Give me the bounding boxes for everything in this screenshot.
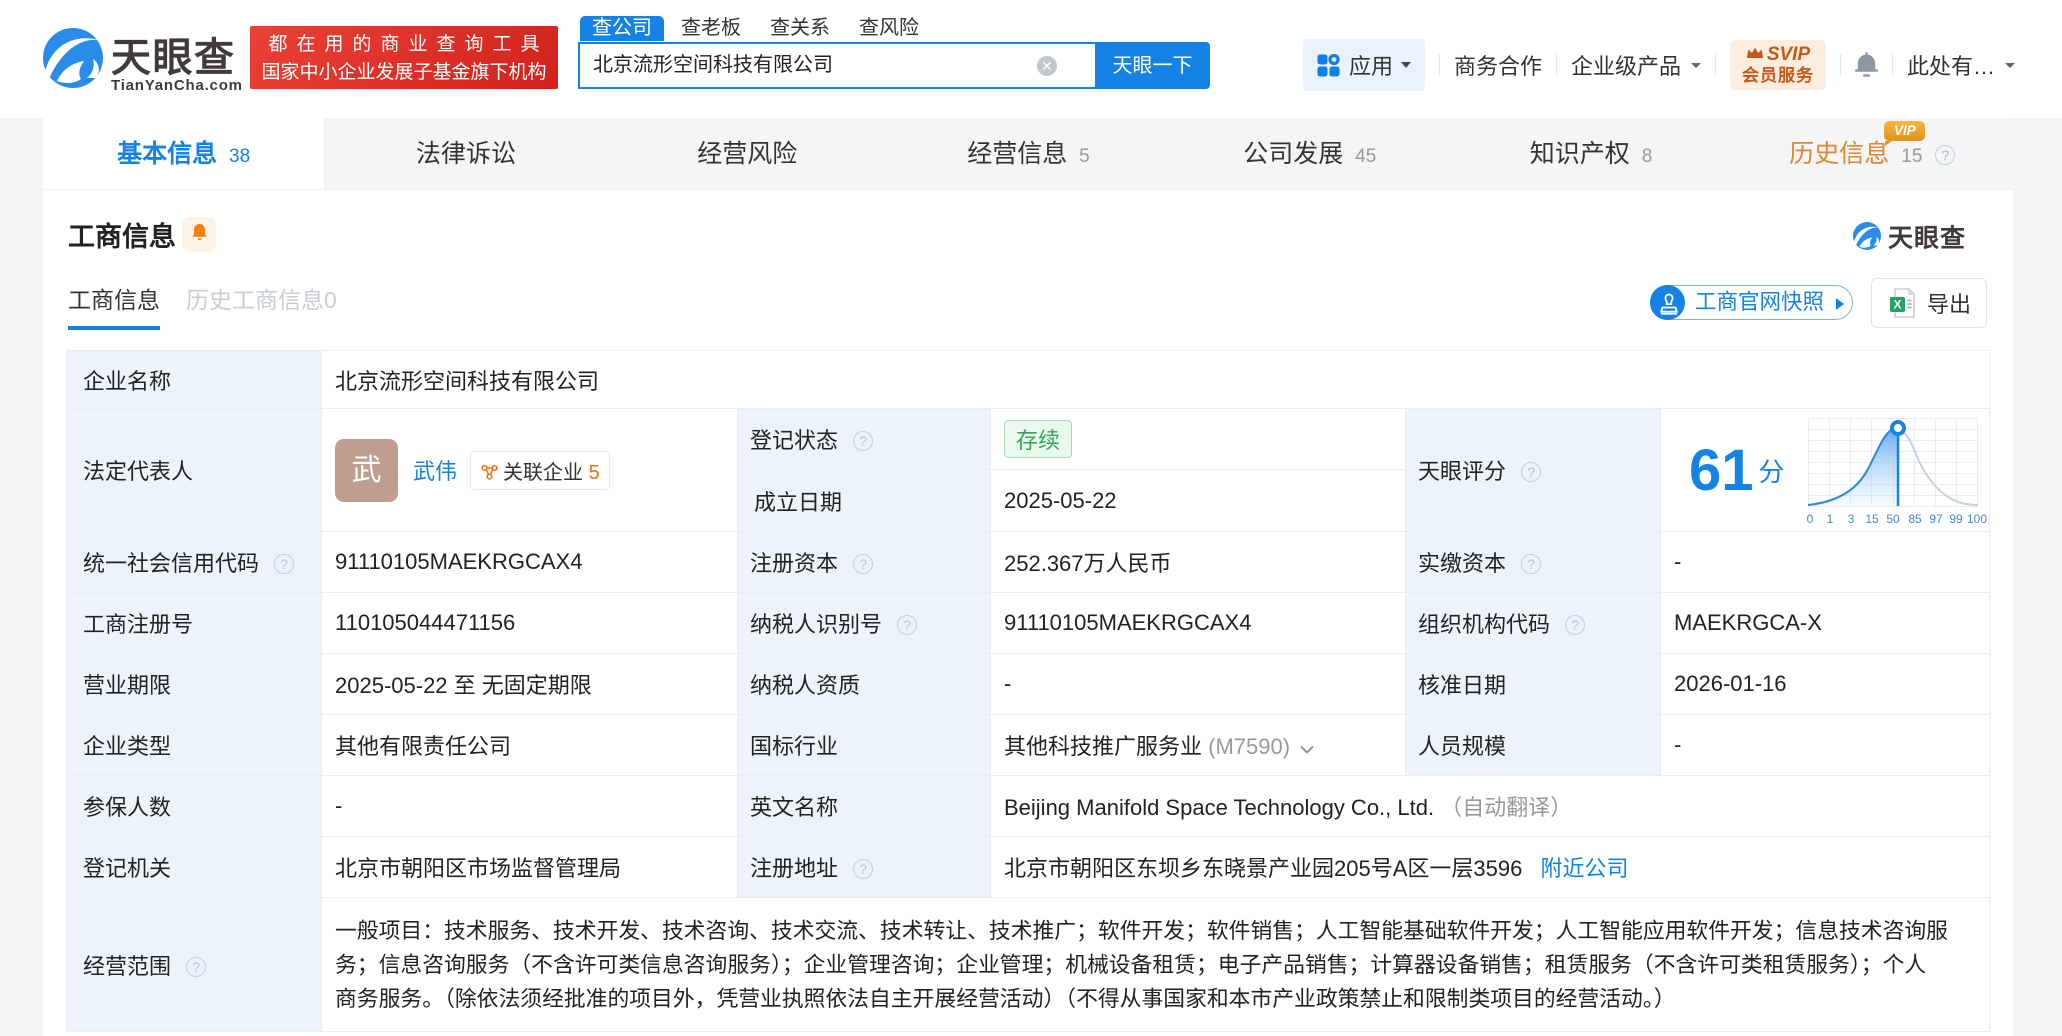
svg-text:3: 3: [1847, 512, 1854, 526]
svg-text:X: X: [1893, 298, 1901, 312]
svg-text:100: 100: [1967, 512, 1987, 526]
svg-text:50: 50: [1886, 512, 1900, 526]
svg-text:85: 85: [1908, 512, 1922, 526]
svg-text:TianYanCha.com: TianYanCha.com: [111, 77, 243, 92]
svg-text:99: 99: [1949, 512, 1963, 526]
svg-text:0: 0: [1806, 512, 1813, 526]
svg-text:天眼查: 天眼查: [111, 36, 236, 80]
svg-text:天眼查: 天眼查: [1888, 225, 1966, 253]
svg-text:97: 97: [1929, 512, 1943, 526]
svg-text:1: 1: [1826, 512, 1833, 526]
svg-text:15: 15: [1865, 512, 1879, 526]
